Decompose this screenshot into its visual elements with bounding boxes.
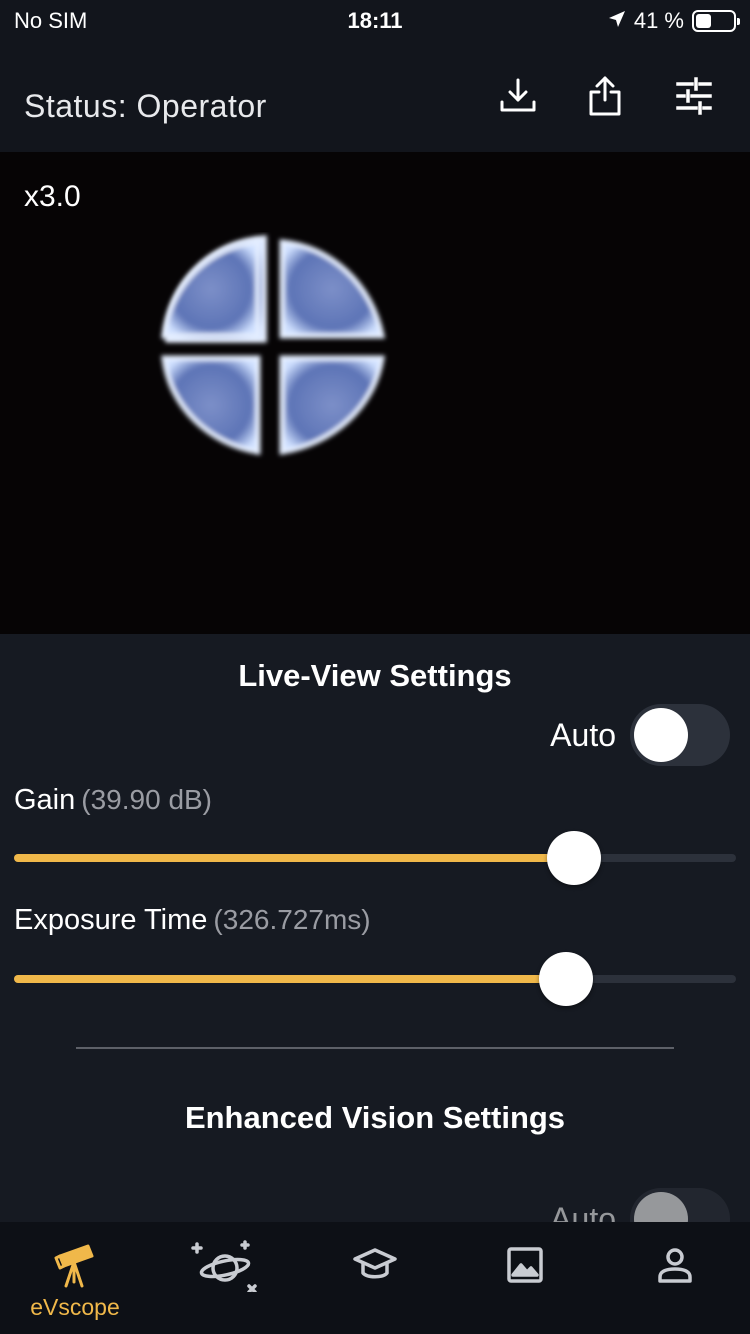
user-icon [650,1240,700,1290]
exposure-value: (326.727ms) [213,904,371,935]
enhanced-vision-auto-row: Auto [550,1188,730,1222]
auto-label: Auto [550,716,616,753]
section-divider [76,1047,674,1049]
telescope-icon [50,1240,100,1290]
image-icon [500,1240,550,1290]
gain-slider-thumb[interactable] [546,831,601,885]
graduation-cap-icon [350,1240,400,1290]
battery-percent: 41 % [633,8,684,33]
gain-value: (39.90 dB) [81,784,213,815]
live-view-auto-row: Auto [550,704,730,766]
battery-icon [692,10,740,32]
tab-learn[interactable] [300,1222,450,1334]
toggle-knob [634,708,688,762]
live-view-settings-title: Live-View Settings [238,658,512,693]
exposure-label-row: Exposure Time (326.727ms) [14,904,371,937]
planet-icon [190,1240,260,1292]
gain-slider[interactable] [14,831,736,885]
status-bar: No SIM 18:11 41 % [0,0,750,44]
exposure-slider-fill [14,975,567,983]
gain-label-row: Gain (39.90 dB) [14,784,212,817]
status-indicators: 41 % [608,8,740,34]
tab-profile[interactable] [600,1222,750,1334]
live-view-auto-toggle[interactable] [630,704,730,766]
star-image [161,235,386,455]
tab-evscope[interactable]: eVscope [0,1222,150,1334]
enhanced-vision-settings-title: Enhanced Vision Settings [184,1100,566,1135]
tab-gallery[interactable] [450,1222,600,1334]
page-title: Status: Operator [24,88,267,124]
download-icon[interactable] [496,74,540,118]
exposure-label: Exposure Time [14,904,208,936]
battery-level [696,14,711,28]
gain-slider-fill [14,854,574,862]
location-arrow-icon [608,8,626,34]
enhanced-vision-auto-toggle[interactable] [630,1188,730,1222]
zoom-level: x3.0 [24,180,81,213]
app-header: Status: Operator [0,44,750,152]
toggle-knob [634,1192,688,1222]
live-view-image[interactable]: x3.0 [0,152,750,634]
sliders-icon[interactable] [672,74,716,118]
exposure-slider[interactable] [14,952,736,1006]
exposure-slider-thumb[interactable] [539,952,594,1006]
tab-label-evscope: eVscope [30,1294,120,1320]
gain-label: Gain [14,784,76,816]
tab-sky[interactable] [150,1222,300,1334]
share-icon[interactable] [583,74,627,118]
enhanced-auto-label: Auto [550,1200,616,1223]
tab-bar: eVscope [0,1222,750,1334]
settings-panel[interactable]: Live-View Settings Auto Gain (39.90 dB) E… [0,634,750,1222]
